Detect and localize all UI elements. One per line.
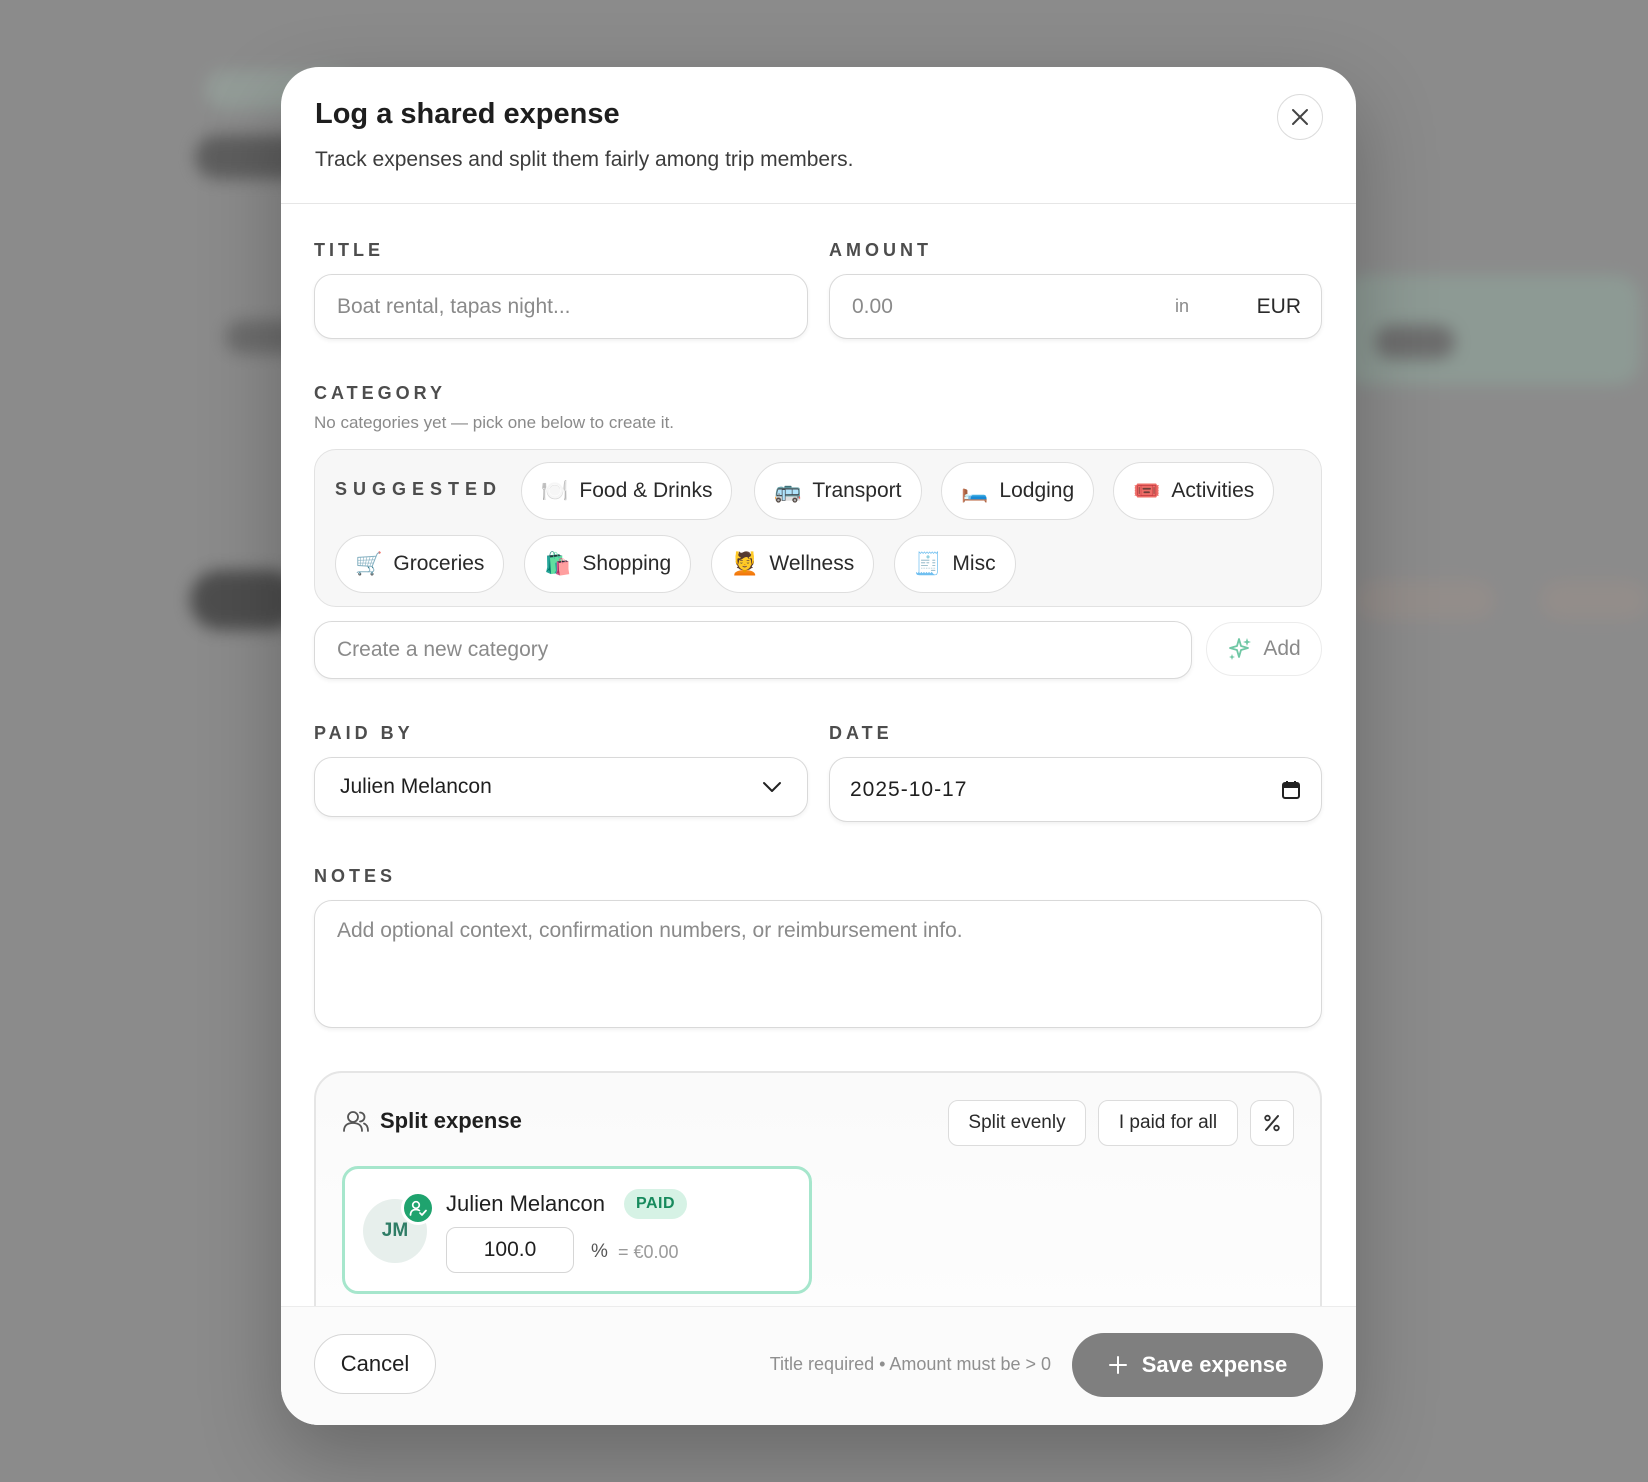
payer-badge	[401, 1191, 435, 1225]
expense-modal: Log a shared expense Track expenses and …	[281, 67, 1356, 1425]
save-expense-button[interactable]: Save expense	[1072, 1333, 1323, 1397]
amount-in-text: in	[1175, 296, 1190, 316]
split-title: Split expense	[380, 1108, 522, 1133]
close-icon	[1292, 109, 1308, 125]
modal-footer: Cancel Title required • Amount must be >…	[281, 1306, 1356, 1425]
add-label: Add	[1263, 637, 1301, 660]
date-value: 2025-10-17	[850, 777, 968, 801]
modal-title: Log a shared expense	[315, 98, 620, 130]
calendar-icon[interactable]	[1281, 780, 1301, 800]
category-hint: No categories yet — pick one below to cr…	[314, 413, 675, 432]
date-label: DATE	[829, 723, 893, 743]
title-label: TITLE	[314, 240, 384, 260]
chip-groceries[interactable]: 🛒 Groceries	[335, 535, 505, 593]
chip-transport[interactable]: 🚌 Transport	[754, 462, 922, 520]
food-icon: 🍽️	[541, 478, 569, 503]
shopping-bags-icon: 🛍️	[544, 551, 572, 576]
title-input[interactable]	[335, 293, 787, 320]
category-label: CATEGORY	[314, 383, 447, 403]
chip-label: Activities	[1171, 479, 1255, 502]
bg-shape	[1540, 580, 1648, 620]
chip-label: Wellness	[769, 552, 855, 575]
bed-icon: 🛏️	[961, 478, 989, 503]
suggested-categories: SUGGESTED 🍽️ Food & Drinks 🚌 Transport 🛏…	[314, 449, 1322, 607]
notes-input[interactable]	[335, 917, 1301, 1017]
percent-input[interactable]: 100.0	[446, 1227, 574, 1273]
chip-shopping[interactable]: 🛍️ Shopping	[524, 535, 692, 593]
chip-lodging[interactable]: 🛏️ Lodging	[941, 462, 1095, 520]
validation-hint: Title required • Amount must be > 0	[769, 1354, 1051, 1374]
split-evenly-button[interactable]: Split evenly	[948, 1100, 1086, 1146]
amount-label: AMOUNT	[829, 240, 932, 260]
bg-shape	[1355, 580, 1495, 620]
title-field[interactable]	[314, 274, 808, 339]
bus-icon: 🚌	[774, 478, 802, 503]
date-field[interactable]: 2025-10-17	[829, 757, 1322, 822]
share-amount: = €0.00	[618, 1242, 679, 1262]
user-check-icon	[409, 1200, 427, 1216]
chip-label: Transport	[812, 479, 902, 502]
users-icon	[343, 1111, 369, 1132]
i-paid-for-all-button[interactable]: I paid for all	[1098, 1100, 1238, 1146]
notes-label: NOTES	[314, 866, 397, 886]
paid-badge: PAID	[624, 1189, 688, 1219]
modal-subtitle: Track expenses and split them fairly amo…	[315, 148, 854, 171]
bg-shape	[1375, 325, 1455, 359]
paid-by-value: Julien Melancon	[340, 775, 492, 798]
ticket-icon: 🎟️	[1133, 478, 1161, 503]
percent-sign: %	[591, 1241, 608, 1262]
chip-misc[interactable]: 🧾 Misc	[894, 535, 1016, 593]
chip-label: Misc	[952, 552, 996, 575]
add-category-button[interactable]: Add	[1206, 622, 1322, 676]
new-category-input[interactable]	[335, 637, 1171, 663]
amount-field[interactable]: in EUR	[829, 274, 1322, 339]
percent-icon	[1264, 1114, 1280, 1132]
chevron-down-icon	[763, 782, 781, 792]
sparkles-icon	[1229, 638, 1252, 660]
new-category-field[interactable]	[314, 621, 1192, 679]
notes-field[interactable]	[314, 900, 1322, 1028]
chip-label: Food & Drinks	[579, 479, 713, 502]
chip-food-drinks[interactable]: 🍽️ Food & Drinks	[521, 462, 733, 520]
plus-icon	[1108, 1356, 1127, 1374]
modal-header: Log a shared expense Track expenses and …	[281, 67, 1356, 204]
member-card: JM Julien Melancon PAID 100.0 % = €0.00	[342, 1166, 812, 1294]
chip-label: Shopping	[582, 552, 672, 575]
chip-label: Groceries	[393, 552, 485, 575]
paid-by-label: PAID BY	[314, 723, 414, 743]
cart-icon: 🛒	[355, 551, 383, 576]
currency-selector[interactable]: EUR	[1257, 295, 1301, 319]
amount-input[interactable]	[850, 293, 1154, 320]
percent-toggle-button[interactable]	[1250, 1100, 1294, 1146]
save-label: Save expense	[1141, 1352, 1288, 1377]
member-name: Julien Melancon	[446, 1191, 605, 1216]
suggested-label: SUGGESTED	[335, 479, 503, 499]
close-button[interactable]	[1277, 94, 1323, 140]
cancel-button[interactable]: Cancel	[314, 1334, 436, 1394]
paid-by-select[interactable]: Julien Melancon	[314, 757, 808, 817]
receipt-icon: 🧾	[914, 551, 942, 576]
chip-label: Lodging	[999, 479, 1075, 502]
massage-icon: 💆	[731, 551, 759, 576]
chip-wellness[interactable]: 💆 Wellness	[711, 535, 875, 593]
chip-activities[interactable]: 🎟️ Activities	[1113, 462, 1275, 520]
